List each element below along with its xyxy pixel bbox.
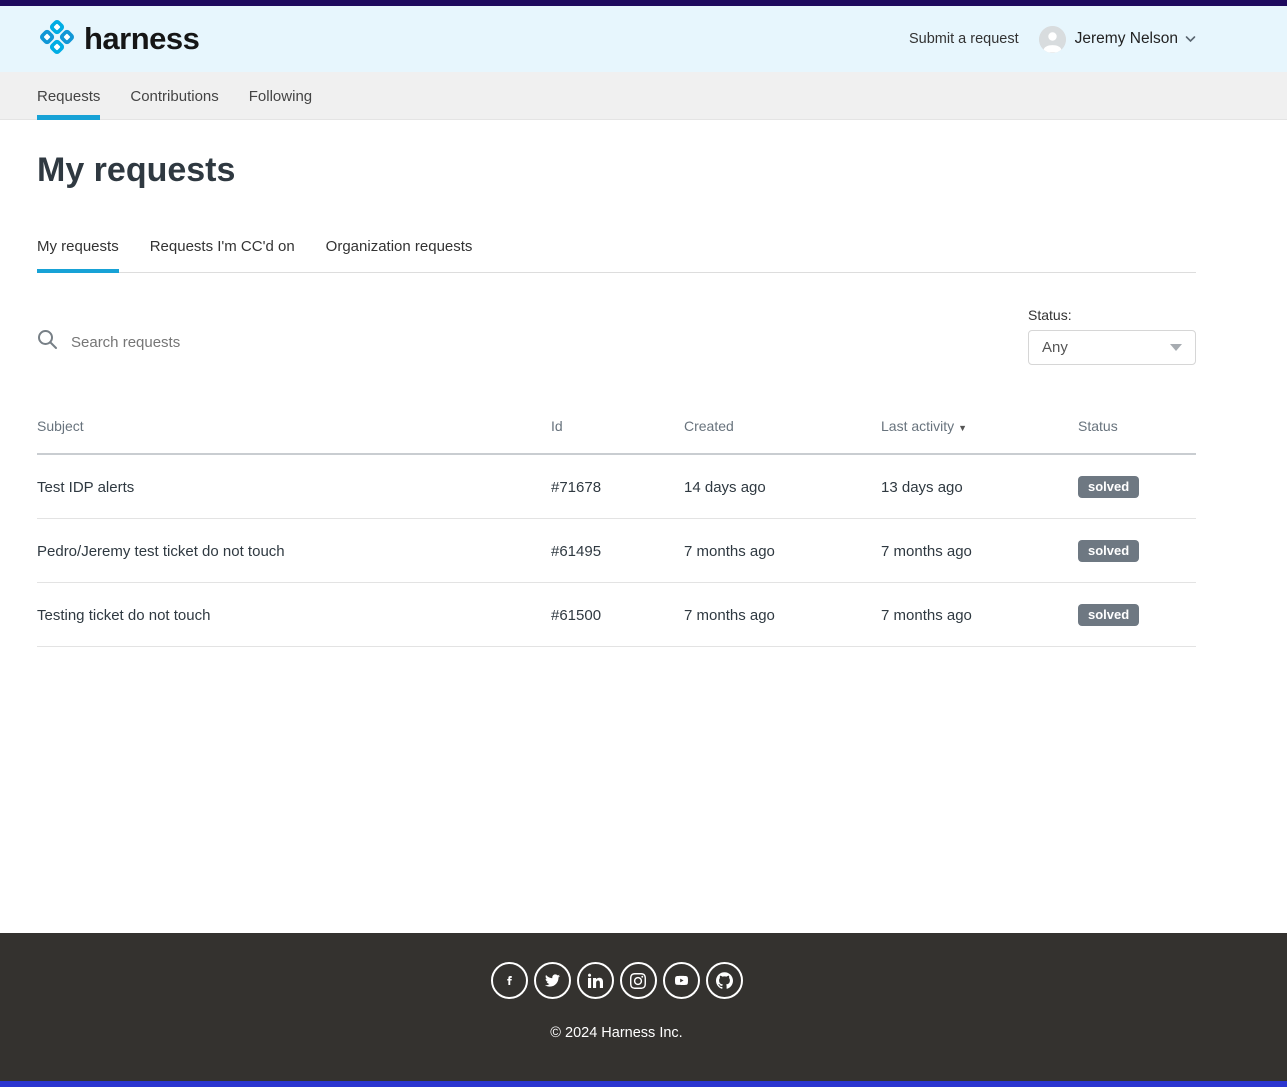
avatar [1039, 26, 1066, 53]
column-header-status[interactable]: Status [1078, 418, 1196, 454]
main-content: My requests My requests Requests I'm CC'… [37, 120, 1196, 933]
filters-row: Status: Any [37, 307, 1196, 365]
nav-tab-requests[interactable]: Requests [37, 72, 100, 120]
requests-table: Subject Id Created Last activity ▼ Status… [37, 418, 1196, 647]
request-created: 7 months ago [684, 519, 881, 583]
table-row[interactable]: Pedro/Jeremy test ticket do not touch #6… [37, 519, 1196, 583]
user-name: Jeremy Nelson [1075, 30, 1178, 48]
header: harness Submit a request Jeremy Nelson [0, 6, 1287, 72]
table-header-row: Subject Id Created Last activity ▼ Status [37, 418, 1196, 454]
request-id: #61495 [551, 519, 684, 583]
footer: © 2024 Harness Inc. [0, 933, 1287, 1081]
request-last-activity: 7 months ago [881, 519, 1078, 583]
table-row[interactable]: Testing ticket do not touch #61500 7 mon… [37, 583, 1196, 647]
search-box [37, 329, 591, 355]
request-subject[interactable]: Testing ticket do not touch [37, 583, 551, 647]
status-filter-label: Status: [1028, 307, 1196, 323]
column-header-created[interactable]: Created [684, 418, 881, 454]
request-created: 7 months ago [684, 583, 881, 647]
subtab-requests-ccd[interactable]: Requests I'm CC'd on [150, 232, 295, 273]
search-icon [37, 329, 71, 355]
facebook-icon[interactable] [491, 962, 528, 999]
request-last-activity: 13 days ago [881, 454, 1078, 519]
sort-descending-icon: ▼ [958, 423, 967, 433]
request-subtabs: My requests Requests I'm CC'd on Organiz… [37, 232, 1196, 273]
request-created: 14 days ago [684, 454, 881, 519]
table-row[interactable]: Test IDP alerts #71678 14 days ago 13 da… [37, 454, 1196, 519]
subtab-my-requests[interactable]: My requests [37, 232, 119, 273]
main-nav: Requests Contributions Following [0, 72, 1287, 120]
copyright-text: © 2024 Harness Inc. [37, 1025, 1196, 1041]
status-select-value: Any [1042, 339, 1068, 356]
search-input[interactable] [71, 334, 591, 351]
user-menu[interactable]: Jeremy Nelson [1039, 26, 1196, 53]
harness-logo[interactable]: harness [37, 17, 199, 62]
nav-tab-contributions[interactable]: Contributions [130, 72, 218, 120]
column-header-id[interactable]: Id [551, 418, 684, 454]
social-links [37, 962, 1196, 999]
instagram-icon[interactable] [620, 962, 657, 999]
github-icon[interactable] [706, 962, 743, 999]
chevron-down-icon [1185, 30, 1196, 48]
harness-logo-icon [37, 17, 77, 62]
request-subject[interactable]: Test IDP alerts [37, 454, 551, 519]
page-title: My requests [37, 150, 1196, 190]
select-caret-icon [1170, 344, 1182, 351]
request-subject[interactable]: Pedro/Jeremy test ticket do not touch [37, 519, 551, 583]
request-id: #71678 [551, 454, 684, 519]
status-filter: Status: Any [1028, 307, 1196, 365]
status-badge: solved [1078, 540, 1139, 562]
youtube-icon[interactable] [663, 962, 700, 999]
nav-tab-following[interactable]: Following [249, 72, 312, 120]
column-header-last-activity-label: Last activity [881, 418, 954, 434]
column-header-last-activity[interactable]: Last activity ▼ [881, 418, 1078, 454]
submit-request-link[interactable]: Submit a request [909, 31, 1019, 47]
brand-bottom-bar [0, 1081, 1287, 1087]
status-badge: solved [1078, 604, 1139, 626]
twitter-icon[interactable] [534, 962, 571, 999]
column-header-subject[interactable]: Subject [37, 418, 551, 454]
brand-name: harness [84, 21, 199, 57]
subtab-organization-requests[interactable]: Organization requests [326, 232, 473, 273]
request-last-activity: 7 months ago [881, 583, 1078, 647]
linkedin-icon[interactable] [577, 962, 614, 999]
request-id: #61500 [551, 583, 684, 647]
status-select[interactable]: Any [1028, 330, 1196, 365]
status-badge: solved [1078, 476, 1139, 498]
